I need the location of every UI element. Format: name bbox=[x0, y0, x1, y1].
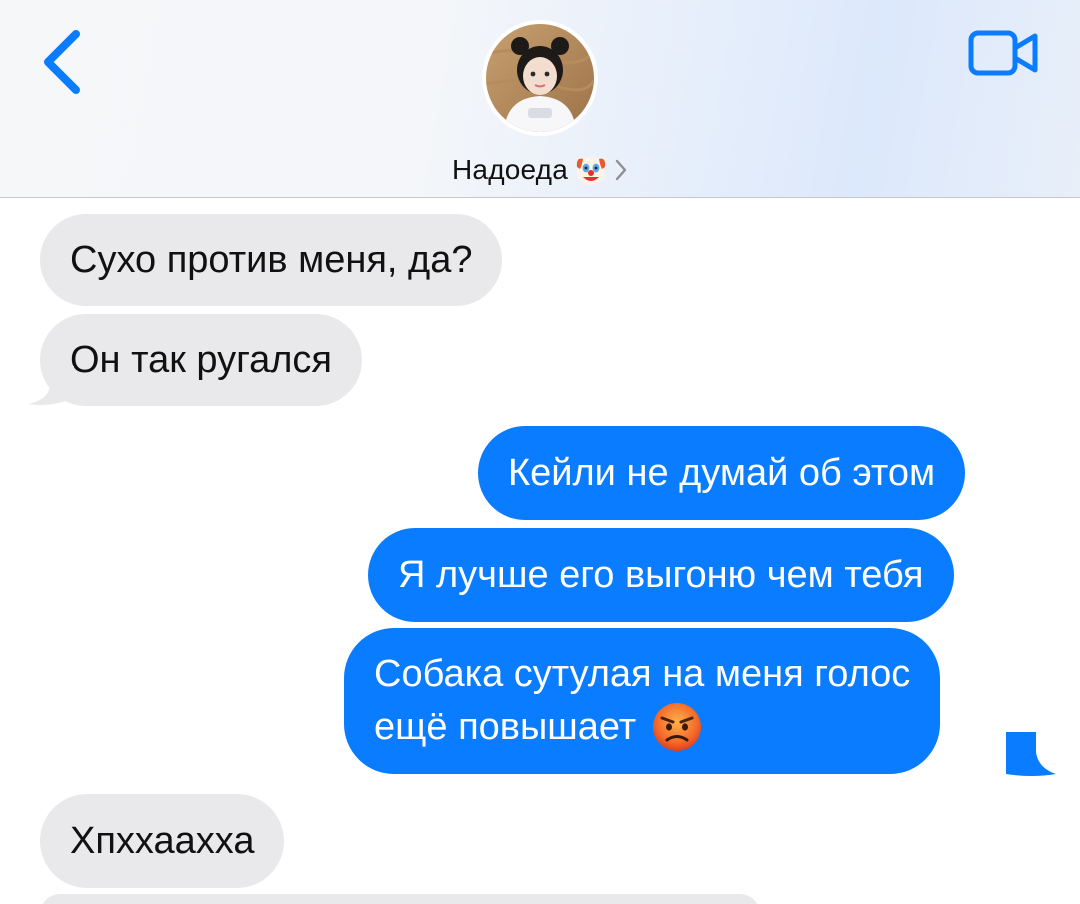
message-bubble-outgoing[interactable]: Я лучше его выгоню чем тебя bbox=[368, 528, 954, 622]
message-bubble-outgoing[interactable]: Собака сутулая на меня голос ещё повышае… bbox=[344, 628, 941, 774]
video-call-button[interactable] bbox=[964, 26, 1044, 82]
contact-name: Надоеда bbox=[452, 154, 568, 185]
angry-face-icon bbox=[653, 703, 702, 751]
video-camera-icon bbox=[968, 30, 1038, 76]
message-text-line: ещё повышает bbox=[374, 706, 637, 748]
chat-screen: Надоеда Сухо против меня, да? Он так руг… bbox=[0, 0, 1080, 904]
message-bubble-incoming[interactable]: Сухо против меня, да? bbox=[40, 214, 503, 306]
message-bubble-outgoing[interactable]: Кейли не думай об этом bbox=[478, 426, 966, 520]
message-bubble-incoming[interactable]: Хпххаахха bbox=[40, 794, 285, 888]
message-bubble-incoming[interactable] bbox=[40, 894, 760, 904]
message-text: Кейли не думай об этом bbox=[508, 452, 936, 494]
back-button[interactable] bbox=[34, 26, 94, 98]
message-text-line: Собака сутулая на меня голос bbox=[374, 653, 911, 695]
message-text: Я лучше его выгоню чем тебя bbox=[398, 554, 924, 596]
message-bubble-incoming[interactable]: Он так ругался bbox=[40, 314, 363, 406]
message-text: Он так ругался bbox=[70, 339, 333, 381]
chevron-left-icon bbox=[44, 30, 80, 94]
message-text: Сухо против меня, да? bbox=[70, 239, 473, 281]
avatar-photo bbox=[486, 24, 594, 132]
bubble-tail bbox=[28, 366, 74, 406]
avatar[interactable] bbox=[482, 20, 598, 136]
message-text: Хпххаахха bbox=[70, 820, 255, 862]
chat-header: Надоеда bbox=[0, 0, 1080, 198]
bubble-tail bbox=[1006, 732, 1056, 776]
contact-title[interactable]: Надоеда bbox=[0, 150, 1080, 190]
chevron-right-icon bbox=[615, 159, 627, 181]
clown-face-icon bbox=[576, 157, 606, 185]
